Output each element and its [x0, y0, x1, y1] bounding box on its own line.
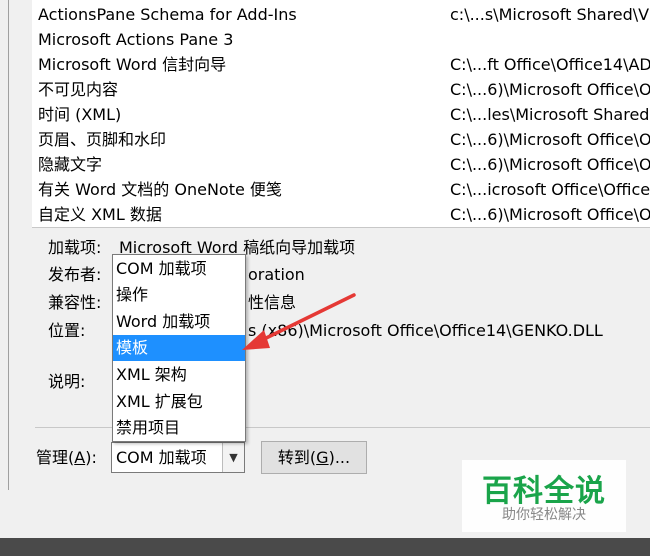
- list-item[interactable]: ActionsPane Schema for Add-Ins c:\...s\M…: [32, 2, 650, 27]
- bottom-strip: [0, 538, 650, 556]
- addin-name: 不可见内容: [38, 80, 119, 99]
- annotation-arrow-icon: [242, 293, 356, 350]
- addin-name: Microsoft Word 信封向导: [38, 55, 227, 74]
- goto-button[interactable]: 转到(G)...: [261, 441, 367, 474]
- manage-dropdown-list[interactable]: COM 加载项 操作 Word 加载项 模板 XML 架构 XML 扩展包 禁用…: [112, 254, 246, 442]
- addin-name: 隐藏文字: [38, 155, 103, 174]
- addin-location: C:\...6)\Microsoft Office\O: [450, 155, 650, 174]
- option-xml-expansion[interactable]: XML 扩展包: [113, 389, 245, 415]
- list-item[interactable]: 不可见内容 C:\...6)\Microsoft Office\O: [32, 77, 650, 102]
- manage-select-value: COM 加载项: [116, 448, 207, 467]
- addin-location: C:\...ft Office\Office14\AD: [450, 55, 650, 74]
- publisher-value: oration: [248, 265, 305, 284]
- publisher-label: 发布者:: [48, 265, 102, 284]
- addin-location: C:\...icrosoft Office\Office: [450, 180, 650, 199]
- addin-name: 有关 Word 文档的 OneNote 便笺: [38, 180, 282, 199]
- location-label: 位置:: [48, 321, 86, 340]
- manage-label: 管理(A):: [36, 448, 97, 467]
- option-actions[interactable]: 操作: [113, 282, 245, 308]
- addin-name: Microsoft Actions Pane 3: [38, 30, 234, 49]
- manage-select[interactable]: COM 加载项 ▼: [111, 442, 245, 473]
- option-disabled-items[interactable]: 禁用项目: [113, 415, 245, 441]
- list-item[interactable]: 自定义 XML 数据 C:\...6)\Microsoft Office\O: [32, 202, 650, 227]
- list-item[interactable]: Microsoft Actions Pane 3: [32, 27, 650, 52]
- list-item[interactable]: 时间 (XML) C:\...les\Microsoft Shared: [32, 102, 650, 127]
- option-com-addins[interactable]: COM 加载项: [113, 256, 245, 282]
- list-item[interactable]: Microsoft Word 信封向导 C:\...ft Office\Offi…: [32, 52, 650, 77]
- list-item[interactable]: 页眉、页脚和水印 C:\...6)\Microsoft Office\O: [32, 127, 650, 152]
- addin-location: C:\...les\Microsoft Shared: [450, 105, 650, 124]
- addin-name: 时间 (XML): [38, 105, 122, 124]
- addins-list[interactable]: ActionsPane Schema for Add-Ins c:\...s\M…: [32, 0, 650, 228]
- compat-label: 兼容性:: [48, 293, 102, 312]
- description-label: 说明:: [48, 372, 86, 391]
- addin-location: C:\...6)\Microsoft Office\O: [450, 205, 650, 224]
- list-item[interactable]: 有关 Word 文档的 OneNote 便笺 C:\...icrosoft Of…: [32, 177, 650, 202]
- addin-name: 自定义 XML 数据: [38, 205, 162, 224]
- addin-location: C:\...6)\Microsoft Office\O: [450, 130, 650, 149]
- addin-label: 加载项:: [48, 238, 102, 257]
- chevron-down-icon[interactable]: ▼: [222, 443, 244, 472]
- addin-name: ActionsPane Schema for Add-Ins: [38, 5, 297, 24]
- addin-location: c:\...s\Microsoft Shared\VS: [450, 5, 650, 24]
- addin-name: 页眉、页脚和水印: [38, 130, 167, 149]
- watermark-logo: 百科全说 助你轻松解决: [462, 460, 626, 532]
- list-item[interactable]: 隐藏文字 C:\...6)\Microsoft Office\O: [32, 152, 650, 177]
- addin-location: C:\...6)\Microsoft Office\O: [450, 80, 650, 99]
- option-templates[interactable]: 模板: [113, 335, 245, 361]
- option-word-addins[interactable]: Word 加载项: [113, 309, 245, 335]
- watermark-subtitle: 助你轻松解决: [502, 507, 586, 523]
- option-xml-schema[interactable]: XML 架构: [113, 362, 245, 388]
